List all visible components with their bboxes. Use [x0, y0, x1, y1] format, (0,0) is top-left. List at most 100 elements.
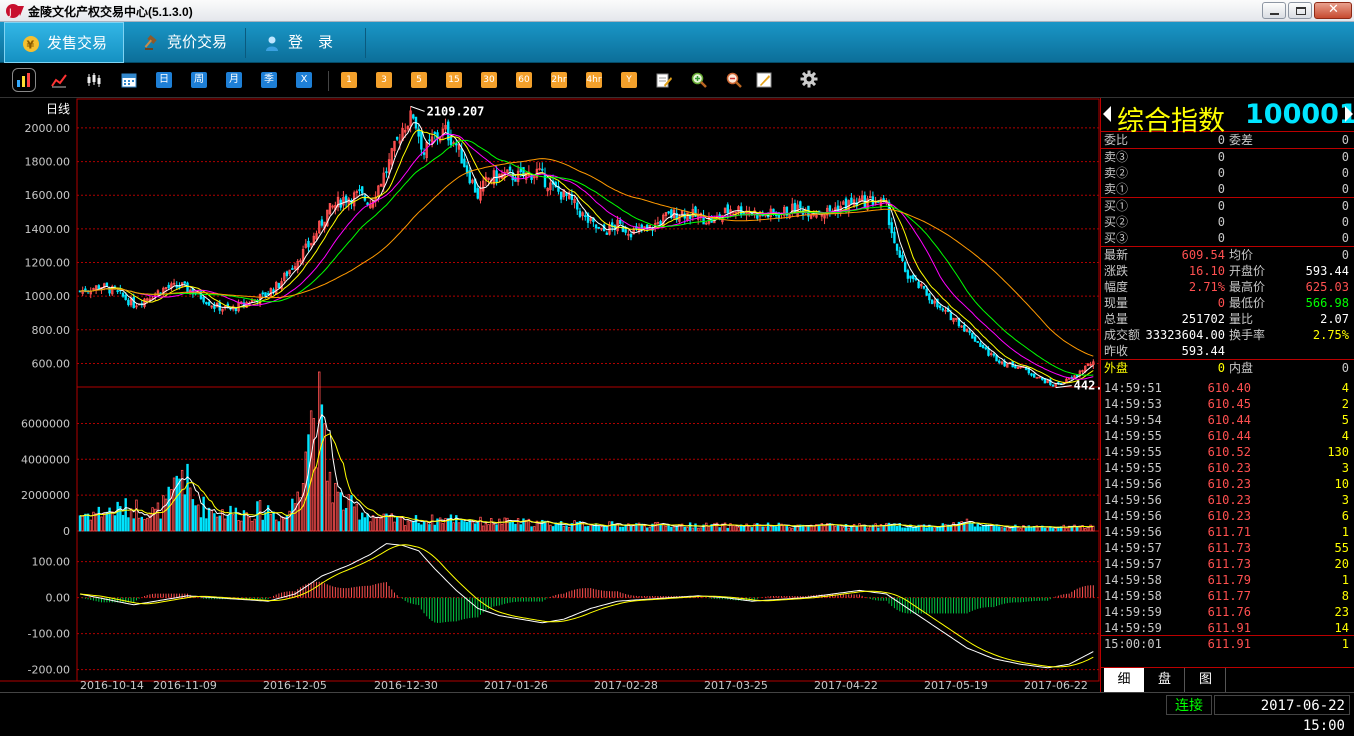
volume-bar: [358, 519, 361, 532]
candle: [463, 158, 466, 168]
tick-volume: 3: [1341, 461, 1349, 475]
stat-row: 最新 609.54 均价 0: [1101, 247, 1354, 263]
prev-symbol-icon[interactable]: [1103, 106, 1111, 122]
volume-bar: [514, 523, 517, 532]
nav-tab-bid[interactable]: 竞价交易: [125, 22, 245, 63]
volume-bar: [113, 515, 117, 532]
period-week-button[interactable]: 周: [191, 72, 207, 88]
volume-bar: [457, 522, 461, 532]
period-month-button[interactable]: 月: [226, 72, 242, 88]
volume-bar: [659, 523, 662, 532]
volume-bar: [248, 517, 251, 532]
period-3min-button[interactable]: 3: [376, 72, 392, 88]
tick-list[interactable]: 14:59:51 610.40 4 14:59:53 610.45 2 14:59:54 61…: [1101, 380, 1354, 652]
zoom-out-button[interactable]: [726, 72, 742, 88]
tick-price: 610.40: [1207, 381, 1251, 395]
period-2hr-button[interactable]: 2hr: [551, 72, 567, 88]
kline-chart-button[interactable]: [12, 68, 36, 92]
candle: [645, 224, 649, 229]
status-bar: 连接 2017-06-22 15:00: [0, 692, 1354, 734]
volume-bar: [406, 520, 410, 532]
tab-detail[interactable]: 细: [1104, 668, 1144, 692]
stat-value: 593.44: [1305, 264, 1349, 278]
line-chart-button[interactable]: [51, 72, 67, 88]
volume-bar: [490, 518, 493, 532]
period-30min-button[interactable]: 30: [481, 72, 497, 88]
candle: [890, 222, 893, 234]
volume-bar: [191, 499, 195, 532]
period-15min-button[interactable]: 15: [446, 72, 462, 88]
edit-button[interactable]: [656, 72, 672, 88]
volume-bar: [487, 524, 490, 532]
volume-bar: [586, 525, 590, 532]
zoom-in-button[interactable]: [691, 72, 707, 88]
volume-bar: [688, 522, 692, 532]
quote-panel-tabs: 细盘图: [1101, 667, 1354, 692]
draw-button[interactable]: [756, 72, 772, 88]
x-axis-label: 2016-12-30: [374, 679, 438, 692]
candle: [105, 282, 109, 287]
volume-bar: [602, 526, 606, 532]
volume-bar: [119, 506, 122, 532]
period-year-button[interactable]: Y: [621, 72, 637, 88]
candle: [624, 229, 627, 233]
period-x-button[interactable]: X: [296, 72, 312, 88]
volume-bar: [938, 527, 942, 532]
stat-row: 成交额 33323604.00 换手率 2.75%: [1101, 327, 1354, 343]
stat-value: 2.07: [1320, 312, 1349, 326]
title-bar: J 金陵文化产权交易中心(5.1.3.0) ✕: [0, 0, 1354, 22]
next-symbol-icon[interactable]: [1345, 106, 1353, 122]
price-axis-tick-label: 600.00: [32, 357, 71, 370]
volume-bar: [291, 498, 294, 532]
candle: [619, 219, 622, 224]
period-season-button[interactable]: 季: [261, 72, 277, 88]
volume-bar: [565, 525, 568, 532]
nav-tab-sale[interactable]: ¥ 发售交易: [4, 22, 124, 63]
maximize-button[interactable]: [1288, 2, 1312, 19]
volume-bar: [750, 527, 754, 532]
volume-bar: [971, 522, 974, 532]
stat-row: 幅度 2.71% 最高价 625.03: [1101, 279, 1354, 295]
outer-label: 外盘: [1104, 361, 1129, 375]
period-60min-button[interactable]: 60: [516, 72, 532, 88]
candle-chart-button[interactable]: [86, 72, 102, 88]
period-4hr-button[interactable]: 4hr: [586, 72, 602, 88]
tick-volume: 23: [1334, 605, 1349, 619]
candle: [420, 131, 423, 150]
tab-orderbook[interactable]: 盘: [1145, 668, 1185, 692]
tick-time: 14:59:54: [1104, 413, 1162, 427]
nav-tab-login[interactable]: 登 录: [246, 22, 356, 63]
volume-bar: [283, 518, 286, 532]
tab-chart[interactable]: 图: [1186, 668, 1226, 692]
volume-bar: [441, 523, 445, 532]
high-annotation: 2109.207: [427, 104, 485, 118]
period-5min-button[interactable]: 5: [411, 72, 427, 88]
settings-button[interactable]: [800, 70, 818, 88]
macd-axis-tick-label: -100.00: [28, 628, 70, 641]
x-axis-label: 2017-06-22: [1024, 679, 1088, 692]
candle: [261, 292, 264, 295]
kline-chart[interactable]: 日线 600.00 800.00 1000.00 1200.00 1400.00 1600.…: [0, 98, 1100, 692]
ask-price: 0: [1217, 182, 1225, 196]
candle: [976, 341, 979, 343]
quote-panel: 综合指数 100001 委比 0 委差 0 卖③ 0 0 卖② 0 0 卖① 0 0 买① 0 0 买② 0 0 买③…: [1100, 98, 1354, 692]
period-day-button[interactable]: 日: [156, 72, 172, 88]
tick-volume: 4: [1341, 381, 1349, 395]
x-axis-label: 2016-12-05: [263, 679, 327, 692]
tick-row: 14:59:57 611.73 55: [1101, 540, 1354, 556]
quote-table: 委比 0 委差 0 卖③ 0 0 卖② 0 0 卖① 0 0 买① 0 0 买② 0 0 买③ 0 0 最新 609.54 均价…: [1101, 132, 1354, 376]
svg-text:J: J: [8, 8, 12, 18]
period-1min-button[interactable]: 1: [341, 72, 357, 88]
ask-price: 0: [1217, 150, 1225, 164]
candle: [205, 302, 208, 304]
volume-bar: [102, 513, 106, 532]
macd-axis-tick-label: -200.00: [28, 664, 70, 677]
minimize-button[interactable]: [1262, 2, 1286, 19]
volume-bar: [264, 512, 267, 532]
volume-bar: [869, 526, 872, 532]
volume-bar: [589, 524, 592, 532]
close-button[interactable]: ✕: [1314, 2, 1352, 19]
calendar-button[interactable]: [121, 72, 137, 88]
volume-bar: [834, 526, 837, 532]
volume-bar: [409, 521, 412, 532]
